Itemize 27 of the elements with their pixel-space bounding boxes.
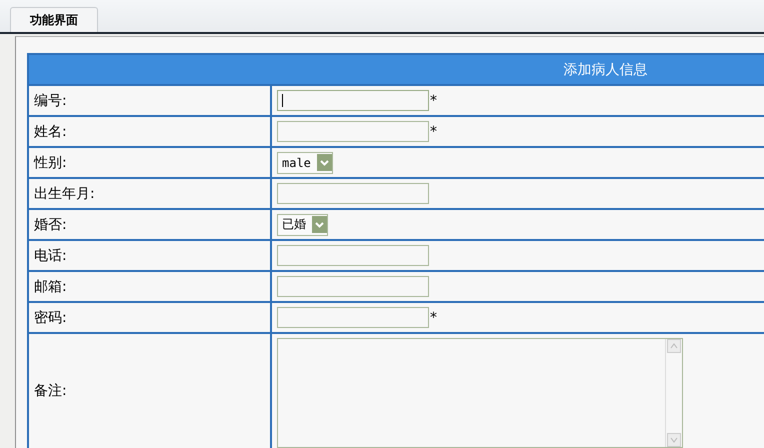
field-label: 婚否: xyxy=(28,209,271,240)
text-input[interactable] xyxy=(277,183,429,204)
scroll-down-icon[interactable] xyxy=(667,433,681,447)
text-input[interactable] xyxy=(277,307,429,328)
field-label: 密码: xyxy=(28,302,271,333)
chevron-down-icon xyxy=(316,154,332,171)
chevron-down-icon xyxy=(312,216,327,233)
field-label: 邮箱: xyxy=(28,271,271,302)
required-mark: * xyxy=(430,92,437,108)
tab[interactable]: 功能界面 xyxy=(10,7,98,32)
text-input[interactable] xyxy=(277,121,429,142)
text-input[interactable] xyxy=(277,245,429,266)
field-label: 出生年月: xyxy=(28,178,271,209)
text-input[interactable] xyxy=(277,276,429,297)
scroll-up-icon[interactable] xyxy=(667,339,681,353)
field-label: 姓名: xyxy=(28,116,271,147)
notes-textarea[interactable] xyxy=(277,338,683,448)
dropdown[interactable]: 已婚 xyxy=(277,214,328,236)
form-title: 添加病人信息 xyxy=(28,54,764,85)
field-label: 备注: xyxy=(28,333,271,448)
required-mark: * xyxy=(430,310,437,326)
dropdown[interactable]: male xyxy=(277,152,333,174)
text-input[interactable] xyxy=(277,90,429,111)
required-mark: * xyxy=(430,124,437,140)
field-label: 编号: xyxy=(28,85,271,116)
field-label: 电话: xyxy=(28,240,271,271)
field-label: 性别: xyxy=(28,147,271,178)
